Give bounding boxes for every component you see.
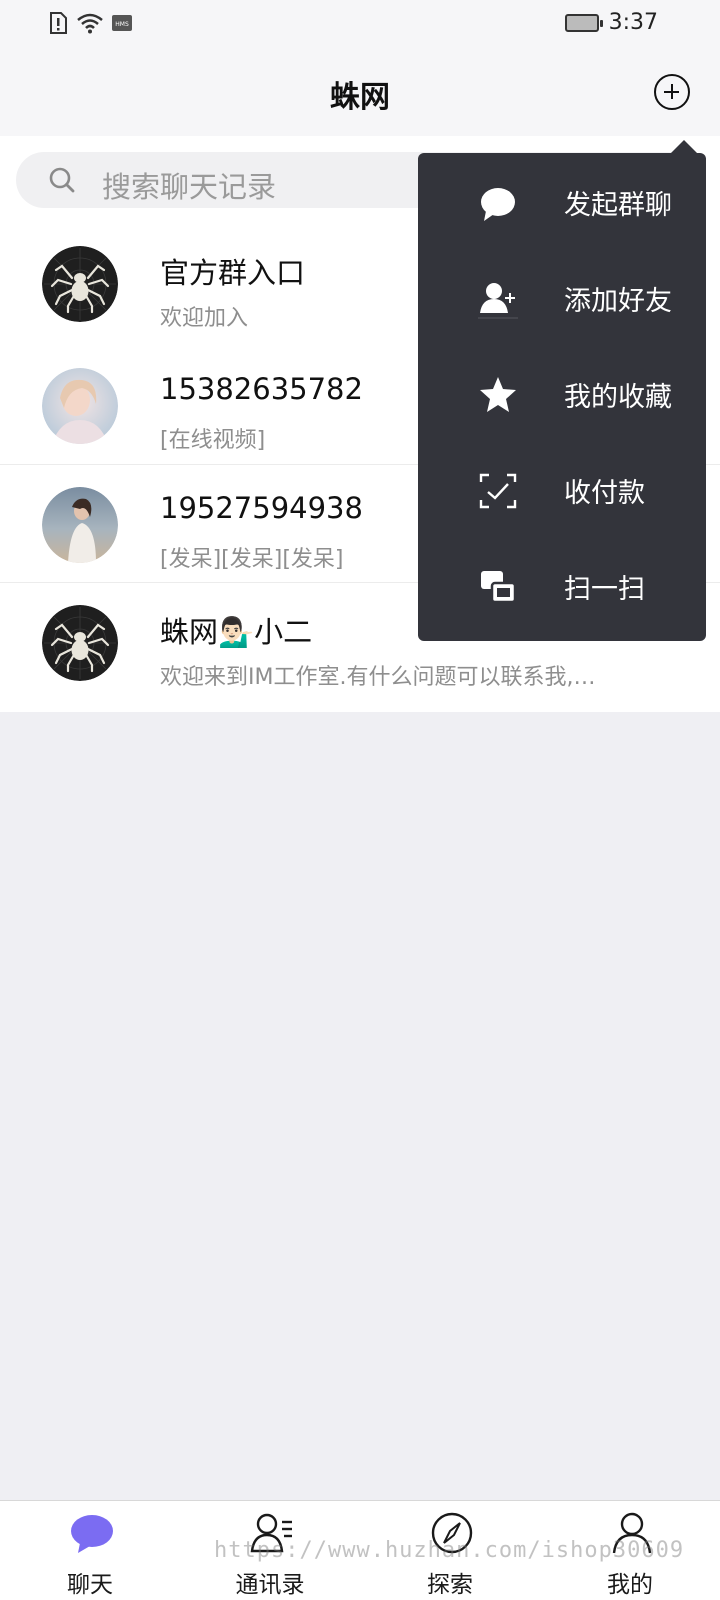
add-menu-button[interactable]	[654, 74, 690, 110]
payment-icon	[479, 473, 517, 509]
chat-name: 15382635782	[160, 372, 363, 406]
menu-item-add-friend[interactable]: 添加好友	[418, 249, 706, 347]
avatar	[42, 368, 118, 444]
chat-bubble-icon	[481, 188, 515, 221]
star-icon	[480, 377, 516, 412]
search-icon	[49, 167, 75, 193]
tab-label: 我的	[607, 1572, 653, 1598]
menu-item-favorites[interactable]: 我的收藏	[418, 345, 706, 443]
status-time: 3:37	[608, 10, 658, 35]
chat-name: 官方群入口	[160, 256, 306, 290]
user-photo-icon	[42, 368, 118, 444]
status-icons-left: HMS	[48, 12, 132, 34]
spider-logo-icon	[42, 605, 118, 681]
user-photo-icon	[42, 487, 118, 563]
menu-item-label: 添加好友	[564, 286, 672, 317]
chat-name: 蛛网💁🏻‍♂️小二	[160, 615, 313, 649]
chat-preview: [在线视频]	[160, 428, 266, 453]
watermark: https://www.huzhan.com/ishop30609	[214, 1538, 685, 1563]
tab-label: 通讯录	[235, 1572, 305, 1598]
chat-preview: [发呆][发呆][发呆]	[160, 547, 344, 572]
wifi-icon	[77, 13, 103, 34]
popup-menu-caret	[670, 140, 698, 154]
menu-item-start-group-chat[interactable]: 发起群聊	[418, 153, 706, 251]
menu-item-label: 我的收藏	[564, 382, 672, 413]
menu-item-payment[interactable]: 收付款	[418, 441, 706, 539]
status-bar: HMS 3:37	[0, 0, 720, 48]
avatar	[42, 246, 118, 322]
sim-alert-icon	[50, 12, 67, 34]
hms-icon: HMS	[112, 15, 132, 31]
menu-item-scan[interactable]: 扫一扫	[418, 537, 706, 635]
tab-label: 探索	[427, 1572, 473, 1598]
scan-icon	[481, 571, 517, 604]
menu-item-label: 发起群聊	[564, 190, 672, 221]
status-icons-right: 3:37	[564, 10, 658, 35]
chat-name: 19527594938	[160, 491, 363, 525]
popup-menu: 发起群聊 添加好友 我的收藏 收付款 扫一扫	[418, 153, 706, 641]
page-title: 蛛网	[330, 80, 390, 115]
chat-bubble-icon	[71, 1515, 113, 1553]
avatar	[42, 487, 118, 563]
add-friend-icon	[478, 283, 518, 319]
chat-preview: 欢迎加入	[160, 306, 249, 331]
app-header: 蛛网	[0, 48, 720, 136]
menu-item-label: 扫一扫	[564, 574, 645, 605]
battery-icon	[564, 13, 603, 32]
search-placeholder: 搜索聊天记录	[102, 170, 277, 204]
chat-preview: 欢迎来到IM工作室.有什么问题可以联系我,…	[160, 665, 596, 690]
tab-label: 聊天	[67, 1572, 113, 1598]
menu-item-label: 收付款	[564, 478, 645, 509]
tab-chat[interactable]: 聊天	[0, 1501, 180, 1600]
avatar	[42, 605, 118, 681]
svg-text:HMS: HMS	[115, 21, 129, 28]
spider-logo-icon	[42, 246, 118, 322]
